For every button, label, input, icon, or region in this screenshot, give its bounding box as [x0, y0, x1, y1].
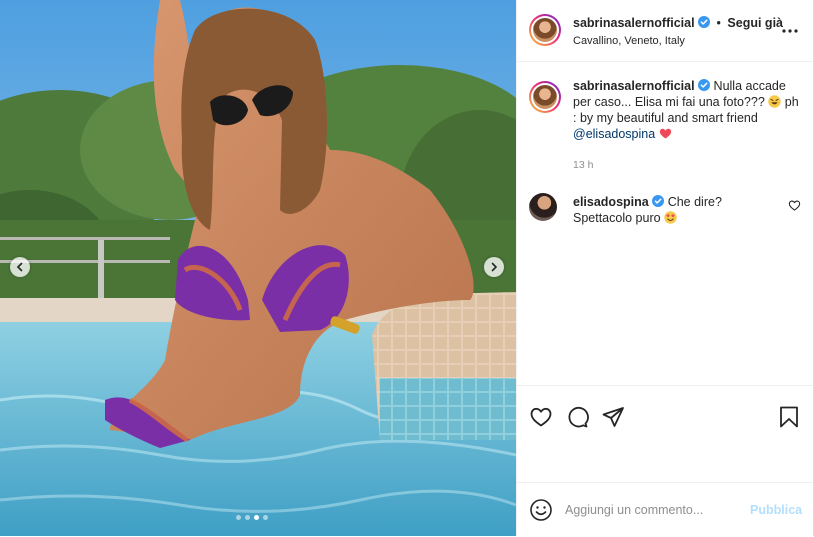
comment-bubble-icon[interactable] — [565, 405, 589, 429]
verified-badge-icon — [698, 79, 711, 91]
author-avatar[interactable] — [529, 14, 561, 46]
commenter-username[interactable]: elisadospina — [573, 195, 649, 209]
comment-text: elisadospina Che dire? Spettacolo puro — [573, 194, 773, 226]
carousel-next-button[interactable] — [484, 257, 504, 277]
carousel-dot — [263, 515, 268, 520]
add-comment-bar: Pubblica — [517, 482, 813, 537]
comment-input[interactable] — [565, 499, 745, 521]
heart-eyes-emoji-icon — [664, 211, 677, 224]
comment-like-icon[interactable] — [788, 199, 801, 212]
caption-time[interactable]: 13 h — [573, 159, 593, 171]
chevron-left-icon — [16, 262, 23, 272]
heart-icon[interactable] — [529, 405, 553, 429]
post-action-bar — [517, 385, 813, 446]
verified-badge-icon — [698, 16, 711, 28]
post-photo[interactable] — [0, 0, 516, 536]
caption-text: sabrinasalernofficial Nulla accade per c… — [573, 78, 801, 142]
caption-mention[interactable]: @elisadospina — [573, 127, 655, 141]
more-options-icon[interactable] — [781, 22, 799, 40]
verified-badge-icon — [652, 195, 665, 207]
caption-avatar[interactable] — [529, 81, 561, 113]
laughing-emoji-icon — [768, 95, 781, 108]
red-heart-emoji-icon — [659, 128, 671, 139]
publish-button[interactable]: Pubblica — [750, 503, 802, 517]
carousel-dot-active — [254, 515, 259, 520]
carousel-indicator — [236, 515, 268, 520]
carousel-dot — [236, 515, 241, 520]
following-button[interactable]: Segui già — [727, 16, 783, 30]
author-line: sabrinasalernofficial • Segui già — [573, 16, 783, 30]
post-image — [0, 0, 516, 536]
carousel-dot — [245, 515, 250, 520]
post-side-panel: sabrinasalernofficial • Segui già Cavall… — [516, 0, 814, 536]
commenter-avatar[interactable] — [529, 193, 557, 221]
carousel-prev-button[interactable] — [10, 257, 30, 277]
post-location[interactable]: Cavallino, Veneto, Italy — [573, 35, 685, 47]
smiley-icon[interactable] — [529, 498, 553, 522]
author-username[interactable]: sabrinasalernofficial — [573, 16, 695, 30]
caption-username[interactable]: sabrinasalernofficial — [573, 79, 695, 93]
separator-dot: • — [716, 16, 721, 30]
chevron-right-icon — [491, 262, 498, 272]
paper-plane-icon[interactable] — [601, 405, 625, 429]
post-header: sabrinasalernofficial • Segui già Cavall… — [517, 0, 813, 62]
bookmark-icon[interactable] — [777, 405, 801, 429]
